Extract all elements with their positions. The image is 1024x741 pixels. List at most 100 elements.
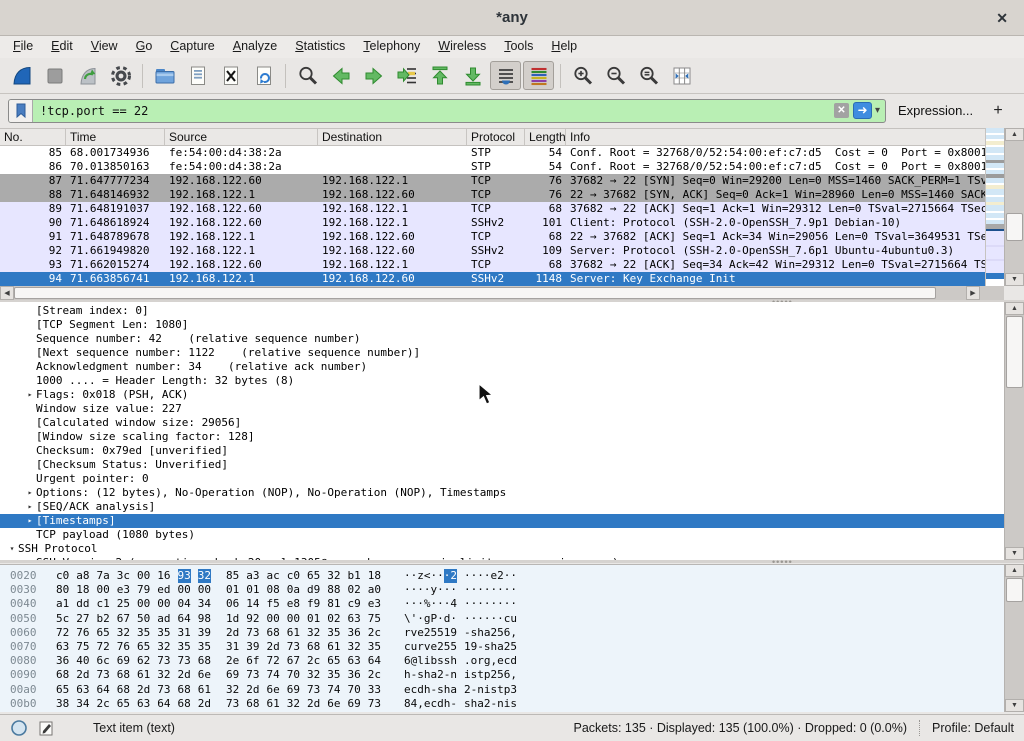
hex-byte[interactable]: c1 bbox=[97, 597, 110, 611]
hex-byte[interactable]: 65 bbox=[97, 626, 110, 640]
hex-byte[interactable]: 72 bbox=[56, 626, 69, 640]
hex-byte[interactable]: 2d bbox=[198, 697, 211, 711]
scrollbar-thumb[interactable] bbox=[14, 287, 936, 299]
detail-row[interactable]: [Window size scaling factor: 128] bbox=[0, 430, 1004, 444]
scroll-up-icon[interactable]: ▲ bbox=[1005, 564, 1024, 577]
menu-telephony[interactable]: Telephony bbox=[354, 36, 429, 58]
hex-byte[interactable]: 67 bbox=[117, 612, 130, 626]
hex-byte[interactable]: 00 bbox=[137, 569, 150, 583]
hex-byte[interactable]: 65 bbox=[137, 640, 150, 654]
find-packet-button[interactable] bbox=[292, 61, 323, 90]
hex-byte[interactable]: 2c bbox=[97, 697, 110, 711]
hex-byte[interactable]: 64 bbox=[97, 683, 110, 697]
hex-byte[interactable]: 76 bbox=[117, 640, 130, 654]
hex-byte[interactable]: 7a bbox=[97, 569, 110, 583]
detail-row[interactable]: ▸[Timestamps] bbox=[0, 514, 1004, 528]
hex-byte[interactable]: 32 bbox=[157, 668, 170, 682]
hex-byte[interactable]: d9 bbox=[307, 583, 320, 597]
resize-columns-button[interactable] bbox=[666, 61, 697, 90]
hex-byte[interactable]: 70 bbox=[287, 668, 300, 682]
hex-byte[interactable]: 68 bbox=[117, 683, 130, 697]
hex-byte[interactable]: 36 bbox=[348, 668, 361, 682]
scroll-down-icon[interactable]: ▼ bbox=[1005, 699, 1024, 712]
hex-byte[interactable]: 1d bbox=[226, 612, 239, 626]
hex-byte[interactable]: 32 bbox=[198, 569, 211, 583]
scrollbar-thumb[interactable] bbox=[1006, 316, 1023, 388]
hex-byte[interactable]: 35 bbox=[327, 626, 340, 640]
hex-row-0050[interactable]: 00505c27b26750ad64981d92000001026375\'·g… bbox=[0, 612, 1004, 626]
hex-byte[interactable]: 61 bbox=[198, 683, 211, 697]
hex-byte[interactable]: e3 bbox=[368, 597, 381, 611]
hex-row-00a0[interactable]: 00a0656364682d736861322d6e6973747033ecdh… bbox=[0, 683, 1004, 697]
column-header-info[interactable]: Info bbox=[566, 129, 1004, 145]
hex-byte[interactable]: 92 bbox=[246, 612, 259, 626]
hex-byte[interactable]: 85 bbox=[226, 569, 239, 583]
expander-right-icon[interactable]: ▸ bbox=[24, 514, 36, 528]
hex-byte[interactable]: 73 bbox=[287, 640, 300, 654]
packet-list-minimap[interactable] bbox=[985, 128, 1004, 286]
hex-byte[interactable]: 88 bbox=[327, 583, 340, 597]
hex-byte[interactable]: 76 bbox=[76, 626, 89, 640]
scrollbar-thumb[interactable] bbox=[1006, 213, 1023, 241]
menu-wireless[interactable]: Wireless bbox=[429, 36, 495, 58]
close-file-button[interactable] bbox=[215, 61, 246, 90]
packet-list-vscrollbar[interactable]: ▲ ▼ bbox=[1004, 128, 1024, 286]
details-vscrollbar[interactable]: ▲ ▼ bbox=[1004, 302, 1024, 560]
hex-byte[interactable]: 68 bbox=[56, 668, 69, 682]
menu-capture[interactable]: Capture bbox=[161, 36, 223, 58]
hex-byte[interactable]: 32 bbox=[287, 697, 300, 711]
hex-byte[interactable]: 18 bbox=[76, 583, 89, 597]
auto-scroll-button[interactable] bbox=[490, 61, 521, 90]
capture-comment-button[interactable] bbox=[38, 720, 55, 737]
go-first-button[interactable] bbox=[424, 61, 455, 90]
column-header-destination[interactable]: Destination bbox=[318, 129, 467, 145]
hex-byte[interactable]: 6c bbox=[97, 654, 110, 668]
hex-row-0080[interactable]: 008036406c69627373682e6f72672c6563646@li… bbox=[0, 654, 1004, 668]
hex-byte[interactable]: 73 bbox=[226, 697, 239, 711]
hex-byte[interactable]: 68 bbox=[267, 626, 280, 640]
hex-byte[interactable]: 01 bbox=[307, 612, 320, 626]
reload-file-button[interactable] bbox=[248, 61, 279, 90]
hex-byte[interactable]: 61 bbox=[267, 697, 280, 711]
scroll-up-icon[interactable]: ▲ bbox=[1005, 128, 1024, 141]
zoom-100-button[interactable] bbox=[633, 61, 664, 90]
hex-byte[interactable]: 63 bbox=[56, 640, 69, 654]
hex-byte[interactable]: 25 bbox=[117, 597, 130, 611]
hex-byte[interactable]: 73 bbox=[368, 697, 381, 711]
zoom-in-button[interactable] bbox=[567, 61, 598, 90]
hex-byte[interactable]: 65 bbox=[307, 569, 320, 583]
hex-byte[interactable]: 32 bbox=[117, 626, 130, 640]
column-header-protocol[interactable]: Protocol bbox=[467, 129, 525, 145]
go-to-packet-button[interactable] bbox=[391, 61, 422, 90]
hex-byte[interactable]: 32 bbox=[307, 668, 320, 682]
filter-apply-button[interactable]: ➜ bbox=[853, 102, 872, 119]
packet-row-90[interactable]: 9071.648618924192.168.122.60192.168.122.… bbox=[0, 216, 985, 230]
detail-row[interactable]: [TCP Segment Len: 1080] bbox=[0, 318, 1004, 332]
hex-byte[interactable]: 73 bbox=[246, 668, 259, 682]
capture-options-button[interactable] bbox=[105, 61, 136, 90]
hex-byte[interactable]: 40 bbox=[76, 654, 89, 668]
packet-row-91[interactable]: 9171.648789678192.168.122.1192.168.122.6… bbox=[0, 230, 985, 244]
hex-byte[interactable]: 00 bbox=[178, 583, 191, 597]
hex-byte[interactable]: c0 bbox=[287, 569, 300, 583]
hex-byte[interactable]: 6e bbox=[198, 668, 211, 682]
hex-byte[interactable]: 01 bbox=[246, 583, 259, 597]
hex-byte[interactable]: 74 bbox=[267, 668, 280, 682]
hex-byte[interactable]: 63 bbox=[137, 697, 150, 711]
detail-row[interactable]: Urgent pointer: 0 bbox=[0, 472, 1004, 486]
hex-byte[interactable]: 01 bbox=[226, 583, 239, 597]
go-back-button[interactable] bbox=[325, 61, 356, 90]
hex-byte[interactable]: 69 bbox=[117, 654, 130, 668]
hex-row-0070[interactable]: 0070637572766532353531392d7368613235curv… bbox=[0, 640, 1004, 654]
detail-row[interactable]: ▸[SEQ/ACK analysis] bbox=[0, 500, 1004, 514]
hex-byte[interactable]: 75 bbox=[368, 612, 381, 626]
hex-byte[interactable]: 00 bbox=[287, 612, 300, 626]
hex-byte[interactable]: 72 bbox=[97, 640, 110, 654]
hex-byte[interactable]: 33 bbox=[368, 683, 381, 697]
hex-byte[interactable]: e8 bbox=[287, 597, 300, 611]
detail-row[interactable]: ▸Options: (12 bytes), No-Operation (NOP)… bbox=[0, 486, 1004, 500]
hex-byte[interactable]: 3c bbox=[117, 569, 130, 583]
detail-row[interactable]: Window size value: 227 bbox=[0, 402, 1004, 416]
detail-row[interactable]: [Next sequence number: 1122 (relative se… bbox=[0, 346, 1004, 360]
hex-byte[interactable]: 80 bbox=[56, 583, 69, 597]
